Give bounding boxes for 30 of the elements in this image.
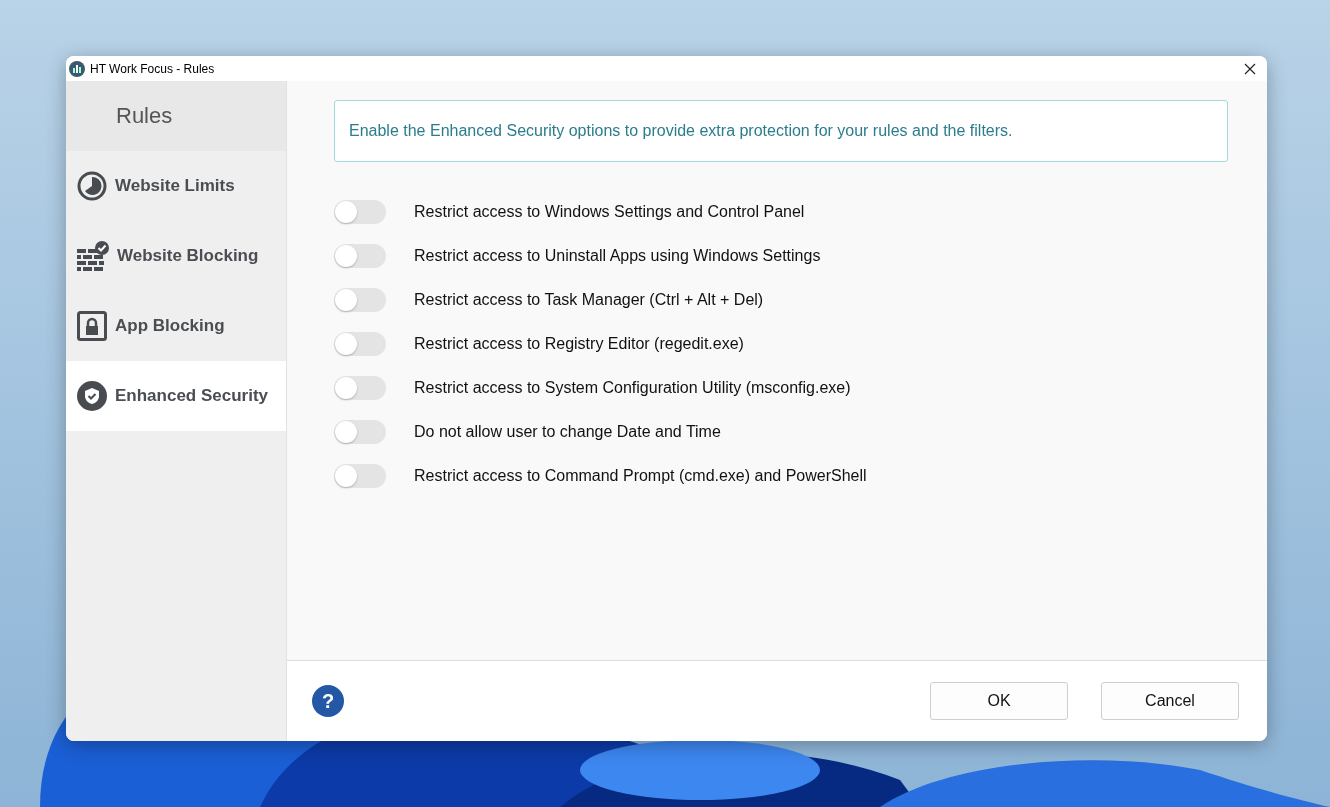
shield-check-icon <box>77 381 107 411</box>
brick-wall-icon <box>77 241 109 271</box>
option-label: Do not allow user to change Date and Time <box>414 423 721 441</box>
option-label: Restrict access to Windows Settings and Control Panel <box>414 203 805 221</box>
sidebar-item[interactable]: Website Limits <box>66 151 286 221</box>
toggle-switch[interactable] <box>334 376 386 400</box>
toggle-switch[interactable] <box>334 200 386 224</box>
toggle-switch[interactable] <box>334 244 386 268</box>
option-label: Restrict access to Registry Editor (regedit.exe) <box>414 335 744 353</box>
ok-button[interactable]: OK <box>930 682 1068 720</box>
close-icon[interactable] <box>1244 62 1256 75</box>
cancel-button[interactable]: Cancel <box>1101 682 1239 720</box>
window-title: HT Work Focus - Rules <box>90 61 216 76</box>
clock-icon <box>77 171 107 201</box>
info-message: Enable the Enhanced Security options to provide extra protection for your rules and the filters. <box>334 100 1228 162</box>
option-label: Restrict access to Command Prompt (cmd.exe) and PowerShell <box>414 467 867 485</box>
toggle-switch[interactable] <box>334 288 386 312</box>
option-label: Restrict access to System Configuration Utility (msconfig.exe) <box>414 379 851 397</box>
sidebar-item[interactable]: Enhanced Security <box>66 361 286 431</box>
toggle-switch[interactable] <box>334 332 386 356</box>
sidebar-heading: Rules <box>116 103 173 129</box>
option-label: Restrict access to Task Manager (Ctrl + Alt + Del) <box>414 291 764 309</box>
sidebar-item[interactable]: Website Blocking <box>66 221 286 291</box>
help-button[interactable]: ? <box>312 685 344 717</box>
option-label: Restrict access to Uninstall Apps using Windows Settings <box>414 247 821 265</box>
sidebar-item[interactable]: App Blocking <box>66 291 286 361</box>
lock-window-icon <box>77 311 107 341</box>
toggle-switch[interactable] <box>334 420 386 444</box>
toggle-switch[interactable] <box>334 464 386 488</box>
app-icon <box>69 60 85 77</box>
